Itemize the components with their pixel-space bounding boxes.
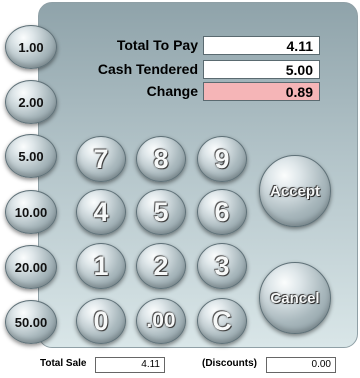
- total-sale-label: Total Sale: [40, 358, 87, 369]
- accept-button[interactable]: Accept: [259, 155, 331, 227]
- denomination-2-button[interactable]: 2.00: [5, 80, 57, 124]
- keypad-3-button[interactable]: 3: [197, 243, 247, 289]
- total-to-pay-field: 4.11: [203, 36, 320, 55]
- keypad-5-button[interactable]: 5: [136, 189, 186, 235]
- change-label: Change: [146, 83, 198, 99]
- denomination-50-button[interactable]: 50.00: [5, 300, 57, 344]
- keypad-4-button[interactable]: 4: [76, 189, 126, 235]
- keypad-0-button[interactable]: 0: [76, 298, 126, 344]
- keypad-clear-button[interactable]: C: [197, 298, 247, 344]
- denomination-10-button[interactable]: 10.00: [5, 190, 57, 234]
- keypad-2-button[interactable]: 2: [136, 243, 186, 289]
- keypad-8-button[interactable]: 8: [136, 136, 186, 182]
- keypad-6-button[interactable]: 6: [197, 189, 247, 235]
- discounts-field: 0.00: [266, 357, 336, 373]
- denomination-5-button[interactable]: 5.00: [5, 134, 57, 178]
- cash-tendered-field[interactable]: 5.00: [203, 60, 320, 79]
- change-field: 0.89: [203, 82, 320, 101]
- denomination-20-button[interactable]: 20.00: [5, 245, 57, 289]
- keypad-1-button[interactable]: 1: [76, 243, 126, 289]
- keypad-9-button[interactable]: 9: [197, 136, 247, 182]
- discounts-label: (Discounts): [202, 358, 257, 369]
- keypad-double-zero-button[interactable]: .00: [136, 298, 186, 344]
- keypad-7-button[interactable]: 7: [76, 136, 126, 182]
- denomination-1-button[interactable]: 1.00: [5, 25, 57, 69]
- total-sale-field: 4.11: [95, 357, 165, 373]
- cancel-button[interactable]: Cancel: [259, 262, 331, 334]
- cash-tendered-label: Cash Tendered: [97, 61, 198, 77]
- total-to-pay-label: Total To Pay: [116, 37, 198, 53]
